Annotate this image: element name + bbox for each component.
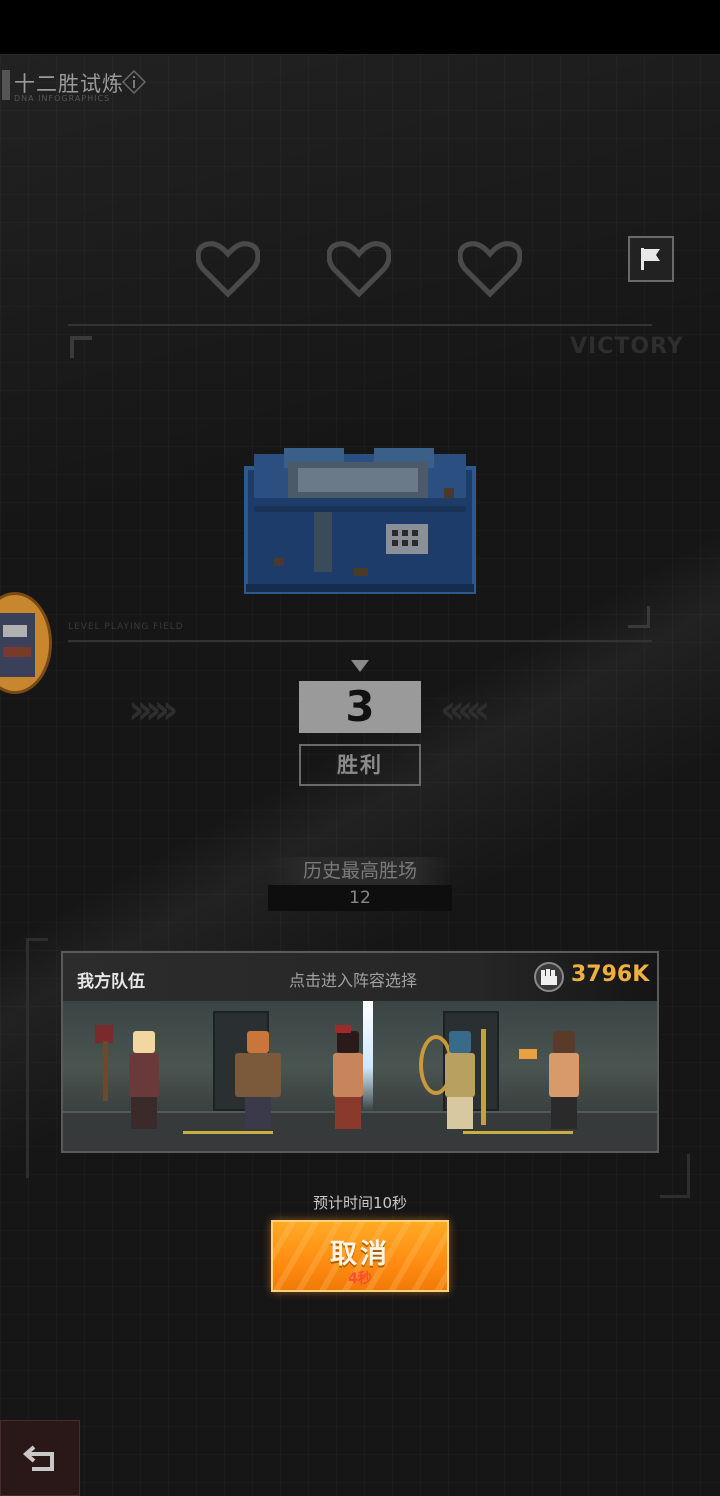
chevron-left-icon: ‹‹‹‹‹: [440, 687, 491, 733]
frame-corner: [628, 606, 650, 628]
team-header: 我方队伍 点击进入阵容选择 3796K: [63, 953, 657, 1001]
cancel-countdown: 4秒: [348, 1271, 372, 1287]
team-preview-scene: [63, 1001, 657, 1151]
best-record-label: 历史最高胜场: [268, 857, 452, 885]
back-button[interactable]: [0, 1420, 80, 1496]
title-accent-bar: [2, 70, 10, 100]
return-arrow-icon: [22, 1445, 54, 1471]
hero-figure: [519, 1025, 599, 1137]
heart-icon: [458, 241, 522, 298]
lives-indicator: [196, 240, 526, 300]
victory-label: VICTORY: [570, 334, 684, 359]
cancel-label: 取消: [330, 1239, 390, 1270]
team-power-value: 3796K: [571, 962, 650, 987]
divider-bottom: [68, 640, 652, 642]
team-select-hint: 点击进入阵容选择: [289, 971, 418, 990]
chevron-right-icon: ›››››: [128, 687, 179, 733]
hero-figure: [419, 1025, 495, 1137]
heart-icon: [327, 241, 391, 298]
fist-icon: [534, 962, 564, 992]
estimated-time: 预计时间10秒: [312, 1194, 408, 1212]
game-screen: 十二胜试炼 DNA INFOGRAPHICS VICTORY LEVEL PLA…: [0, 54, 720, 1496]
best-record-value: 12: [268, 885, 452, 911]
flag-icon: [641, 248, 660, 270]
treasure-chest: [244, 448, 476, 594]
frame-left: [26, 938, 48, 1178]
heart-icon: [196, 241, 260, 298]
hero-figure: [95, 1025, 179, 1137]
cancel-match-button[interactable]: 取消 4秒: [271, 1220, 449, 1292]
status-bar: [0, 0, 720, 54]
info-icon[interactable]: [122, 70, 146, 94]
frame-right: [660, 1154, 690, 1198]
pointer-down-icon: [351, 660, 369, 672]
team-title: 我方队伍: [77, 972, 145, 992]
page-header: 十二胜试炼 DNA INFOGRAPHICS: [0, 68, 200, 108]
win-count: 3: [299, 681, 421, 733]
surrender-flag-button[interactable]: [628, 236, 674, 282]
level-field-label: LEVEL PLAYING FIELD: [68, 622, 184, 632]
win-label: 胜利: [299, 744, 421, 786]
frame-corner: [70, 336, 92, 358]
hero-figure: [313, 1025, 383, 1137]
divider-top: [68, 324, 652, 326]
team-card[interactable]: 我方队伍 点击进入阵容选择 3796K: [61, 951, 659, 1153]
page-subtitle: DNA INFOGRAPHICS: [14, 94, 111, 103]
hero-figure: [223, 1025, 293, 1137]
